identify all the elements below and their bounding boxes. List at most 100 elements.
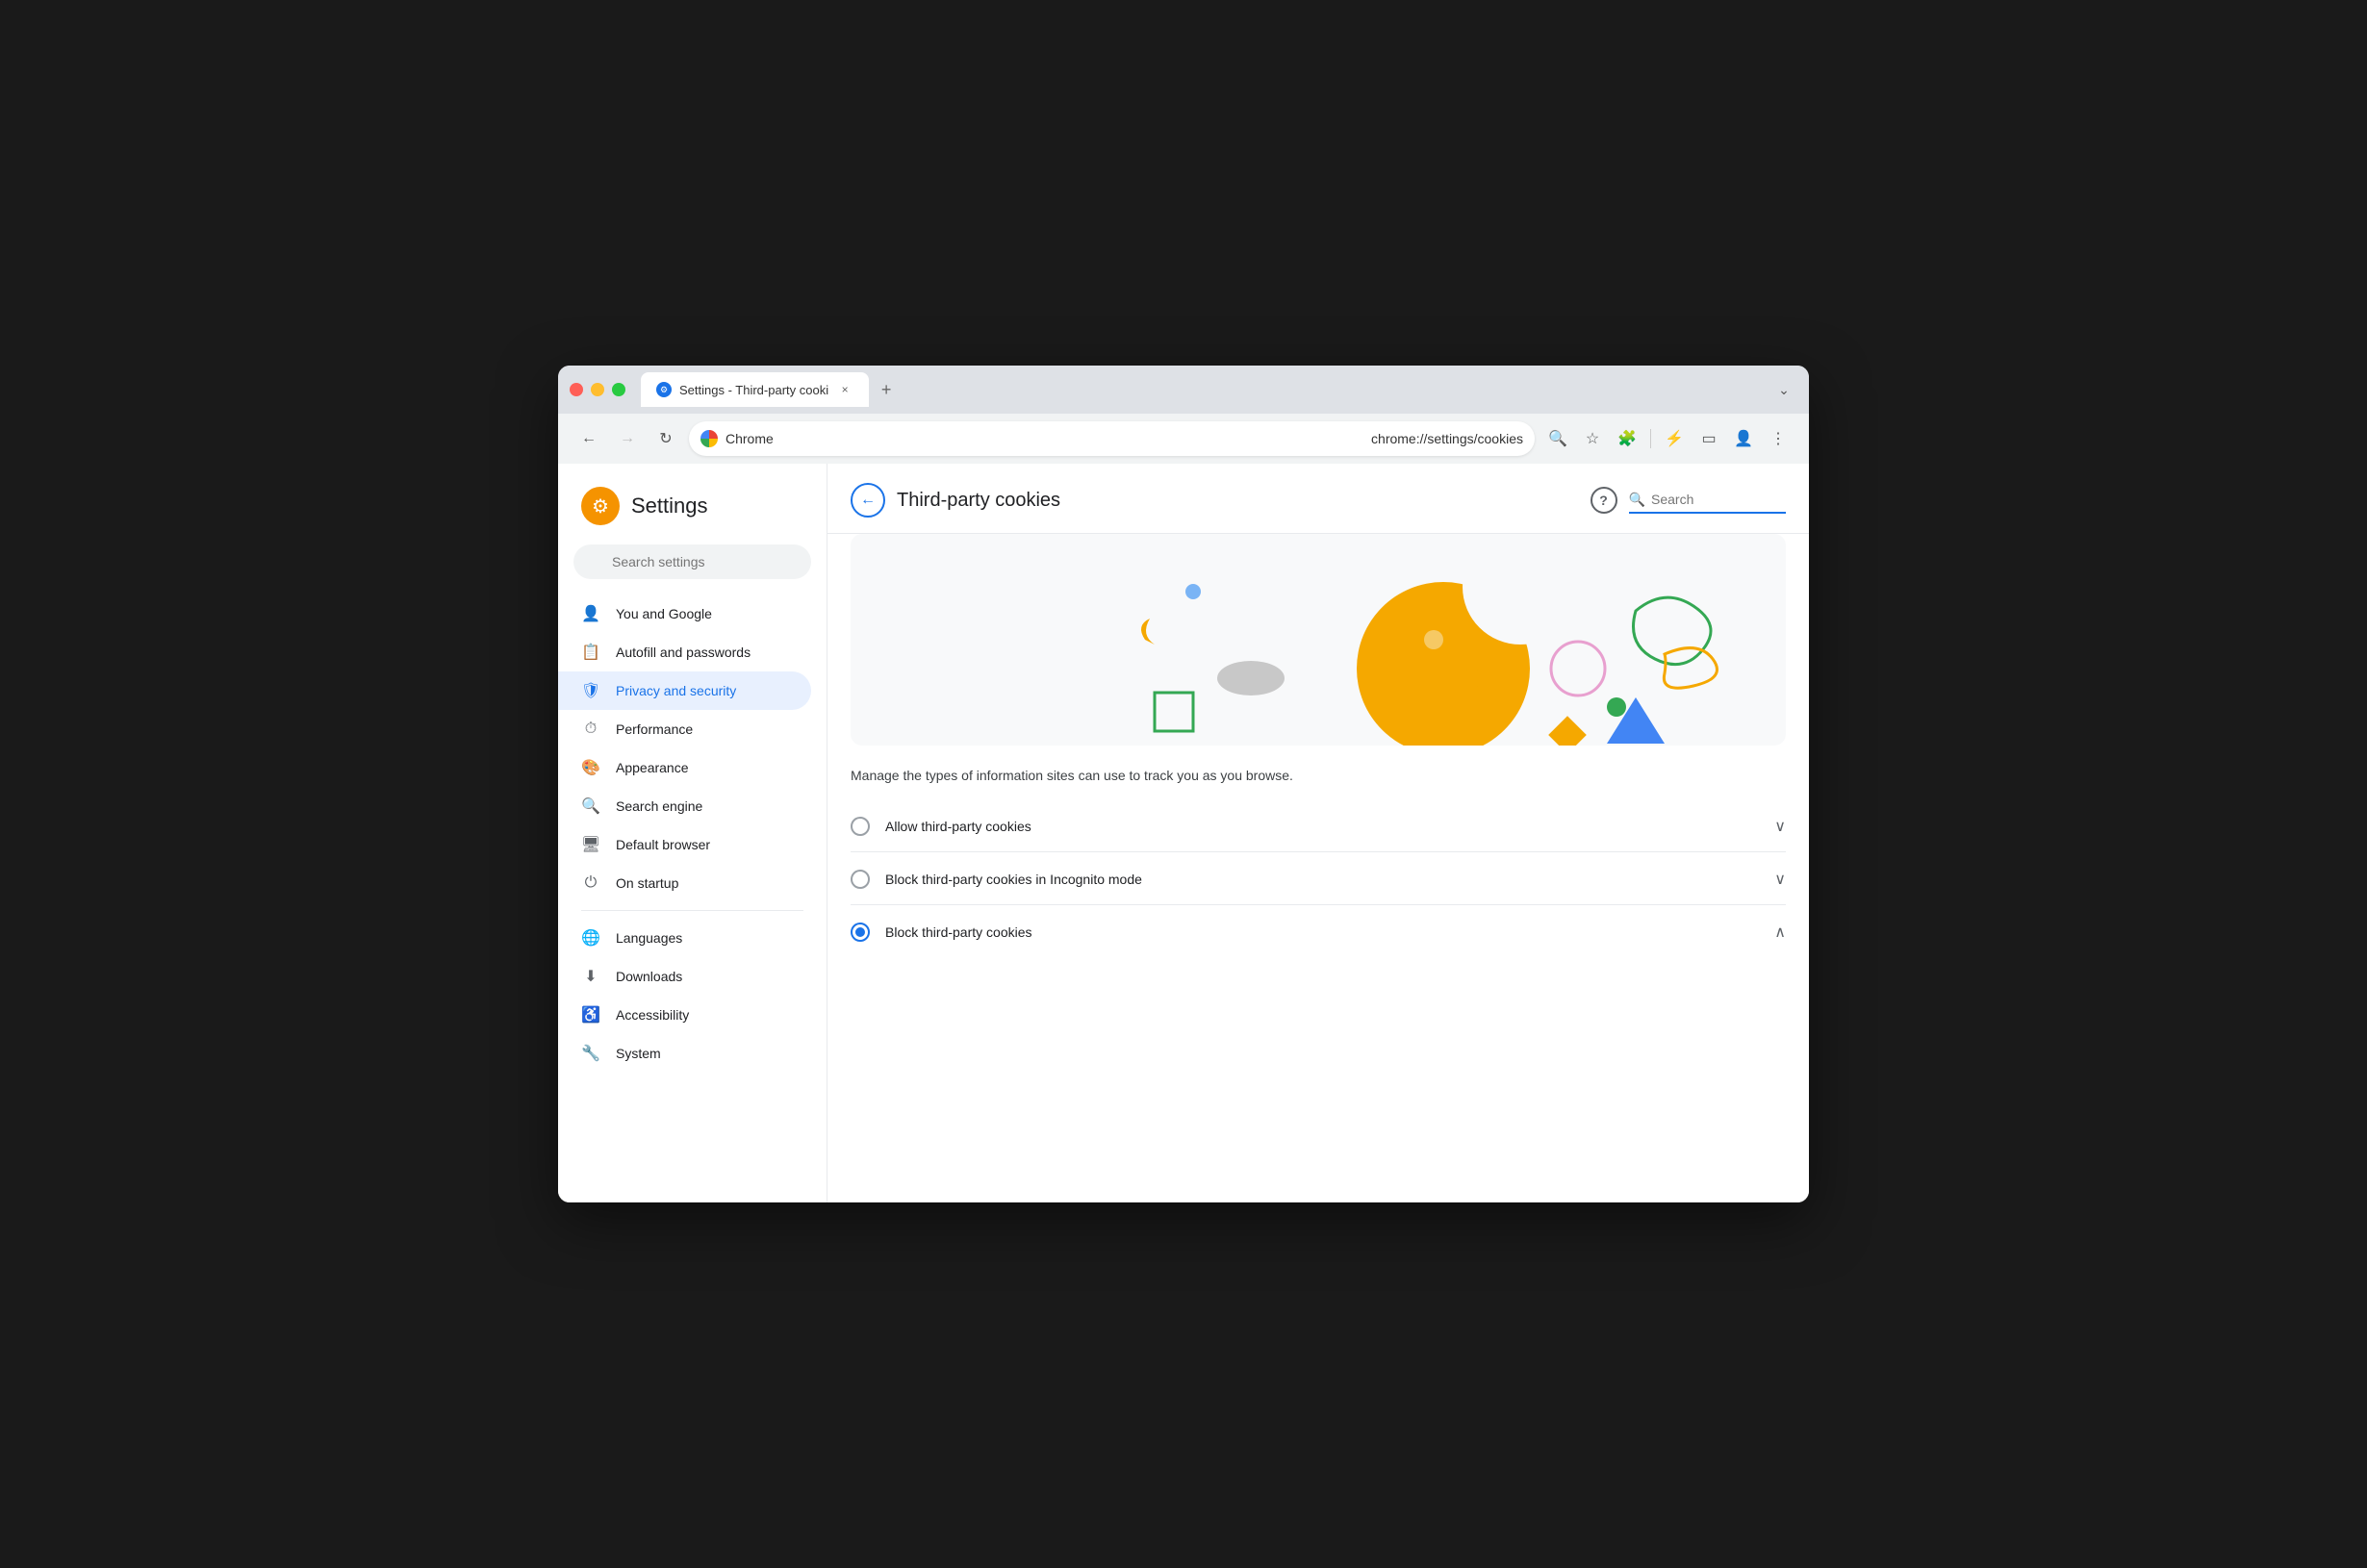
performance-icon: ⏱ xyxy=(581,720,600,739)
back-nav-button[interactable]: ← xyxy=(573,423,604,454)
page-title: Third-party cookies xyxy=(897,490,1579,512)
sidebar-item-on-startup[interactable]: ⏻ On startup xyxy=(558,864,811,902)
tab-title: Settings - Third-party cooki xyxy=(679,383,828,397)
sidebar-label-search-engine: Search engine xyxy=(616,798,702,814)
address-chrome-label: Chrome xyxy=(725,431,1363,446)
help-icon[interactable]: ? xyxy=(1591,487,1617,514)
sidebar-item-you-and-google[interactable]: 👤 You and Google xyxy=(558,594,811,633)
accessibility-icon: ♿ xyxy=(581,1005,600,1024)
sidebar-item-downloads[interactable]: ⬇ Downloads xyxy=(558,957,811,996)
system-icon: 🔧 xyxy=(581,1044,600,1063)
sidebar-item-default-browser[interactable]: 🖥 Default browser xyxy=(558,825,811,864)
radio-options: Allow third-party cookies ∨ Block third-… xyxy=(827,801,1809,957)
maximize-window-button[interactable] xyxy=(612,383,625,396)
sidebar-label-privacy: Privacy and security xyxy=(616,683,736,698)
radio-chevron-allow: ∨ xyxy=(1774,817,1786,836)
sidebar-toggle-icon[interactable]: ▭ xyxy=(1693,423,1724,454)
sidebar-item-accessibility[interactable]: ♿ Accessibility xyxy=(558,996,811,1034)
header-search-icon: 🔍 xyxy=(1629,492,1645,508)
back-arrow-icon: ← xyxy=(860,492,876,509)
sidebar-label-downloads: Downloads xyxy=(616,969,682,984)
sidebar-item-privacy[interactable]: 🛡 Privacy and security xyxy=(558,671,811,710)
back-button[interactable]: ← xyxy=(851,483,885,518)
sidebar-label-languages: Languages xyxy=(616,930,682,946)
radio-chevron-block: ∧ xyxy=(1774,923,1786,942)
active-tab[interactable]: ⚙ Settings - Third-party cooki × xyxy=(641,372,869,407)
sidebar-label-you-and-google: You and Google xyxy=(616,606,712,621)
radio-circle-allow xyxy=(851,817,870,836)
autofill-icon: 📋 xyxy=(581,643,600,662)
extension-icon[interactable]: 🧩 xyxy=(1612,423,1642,454)
window-expand-button[interactable]: ⌄ xyxy=(1770,376,1797,403)
default-browser-icon: 🖥 xyxy=(581,835,600,854)
main-content: ← Third-party cookies ? 🔍 xyxy=(827,464,1809,1202)
sidebar-item-performance[interactable]: ⏱ Performance xyxy=(558,710,811,748)
header-search: 🔍 xyxy=(1629,488,1786,514)
traffic-lights xyxy=(570,383,625,396)
on-startup-icon: ⏻ xyxy=(581,873,600,893)
settings-logo: ⚙ xyxy=(581,487,620,525)
close-window-button[interactable] xyxy=(570,383,583,396)
search-settings-input[interactable] xyxy=(573,544,811,579)
tab-favicon: ⚙ xyxy=(656,382,672,397)
settings-container: ⚙ Settings 👤 You and Google 📋 Autofill a… xyxy=(558,464,1809,1202)
forward-nav-button[interactable]: → xyxy=(612,423,643,454)
sidebar-items-group2: 🌐 Languages ⬇ Downloads ♿ Accessibility … xyxy=(558,919,827,1073)
sidebar-label-performance: Performance xyxy=(616,721,693,737)
tab-close-button[interactable]: × xyxy=(836,381,853,398)
sidebar-label-appearance: Appearance xyxy=(616,760,689,775)
browser-window: ⚙ Settings - Third-party cooki × + ⌄ ← →… xyxy=(558,366,1809,1202)
refresh-nav-button[interactable]: ↻ xyxy=(650,423,681,454)
nav-right-icons: 🔍 ☆ 🧩 ⚡ ▭ 👤 ⋮ xyxy=(1542,423,1794,454)
downloads-icon: ⬇ xyxy=(581,967,600,986)
search-settings-wrapper xyxy=(573,544,811,579)
page-header-right: ? 🔍 xyxy=(1591,487,1786,514)
radio-label-allow: Allow third-party cookies xyxy=(885,819,1759,834)
window-controls: ⌄ xyxy=(1770,376,1797,403)
chrome-logo-icon xyxy=(700,430,718,447)
profile-icon[interactable]: 👤 xyxy=(1728,423,1759,454)
sidebar-items-group: 👤 You and Google 📋 Autofill and password… xyxy=(558,594,827,902)
navigation-bar: ← → ↻ Chrome chrome://settings/cookies 🔍… xyxy=(558,414,1809,464)
radio-circle-block-incognito xyxy=(851,870,870,889)
radio-label-block-incognito: Block third-party cookies in Incognito m… xyxy=(885,872,1759,887)
search-settings-bar xyxy=(573,544,811,579)
url-text: chrome://settings/cookies xyxy=(1371,431,1523,446)
search-engine-icon: 🔍 xyxy=(581,797,600,816)
title-bar: ⚙ Settings - Third-party cooki × + ⌄ xyxy=(558,366,1809,414)
you-and-google-icon: 👤 xyxy=(581,604,600,623)
privacy-icon: 🛡 xyxy=(581,681,600,700)
radio-option-block-incognito[interactable]: Block third-party cookies in Incognito m… xyxy=(851,854,1786,905)
sidebar-label-accessibility: Accessibility xyxy=(616,1007,689,1023)
minimize-window-button[interactable] xyxy=(591,383,604,396)
new-tab-button[interactable]: + xyxy=(873,376,900,403)
description-text: Manage the types of information sites ca… xyxy=(827,746,1809,801)
labs-icon[interactable]: ⚡ xyxy=(1659,423,1690,454)
sidebar-label-on-startup: On startup xyxy=(616,875,678,891)
radio-label-block: Block third-party cookies xyxy=(885,924,1759,940)
settings-title: Settings xyxy=(631,493,708,518)
languages-icon: 🌐 xyxy=(581,928,600,948)
cookie-illustration xyxy=(851,534,1786,746)
sidebar-item-search-engine[interactable]: 🔍 Search engine xyxy=(558,787,811,825)
radio-option-block[interactable]: Block third-party cookies ∧ xyxy=(851,907,1786,957)
address-bar[interactable]: Chrome chrome://settings/cookies xyxy=(689,421,1535,456)
sidebar-item-languages[interactable]: 🌐 Languages xyxy=(558,919,811,957)
sidebar-item-appearance[interactable]: 🎨 Appearance xyxy=(558,748,811,787)
sidebar-label-system: System xyxy=(616,1046,661,1061)
sidebar-divider xyxy=(581,910,803,911)
sidebar-item-autofill[interactable]: 📋 Autofill and passwords xyxy=(558,633,811,671)
sidebar-item-system[interactable]: 🔧 System xyxy=(558,1034,811,1073)
radio-chevron-block-incognito: ∨ xyxy=(1774,870,1786,889)
radio-circle-block xyxy=(851,923,870,942)
sidebar-label-default-browser: Default browser xyxy=(616,837,710,852)
zoom-icon[interactable]: 🔍 xyxy=(1542,423,1573,454)
sidebar: ⚙ Settings 👤 You and Google 📋 Autofill a… xyxy=(558,464,827,1202)
settings-logo-area: ⚙ Settings xyxy=(558,479,827,544)
nav-divider xyxy=(1650,429,1651,448)
bookmark-icon[interactable]: ☆ xyxy=(1577,423,1608,454)
tab-bar: ⚙ Settings - Third-party cooki × + xyxy=(641,372,1763,407)
header-search-input[interactable] xyxy=(1651,492,1786,507)
radio-option-allow[interactable]: Allow third-party cookies ∨ xyxy=(851,801,1786,852)
menu-icon[interactable]: ⋮ xyxy=(1763,423,1794,454)
